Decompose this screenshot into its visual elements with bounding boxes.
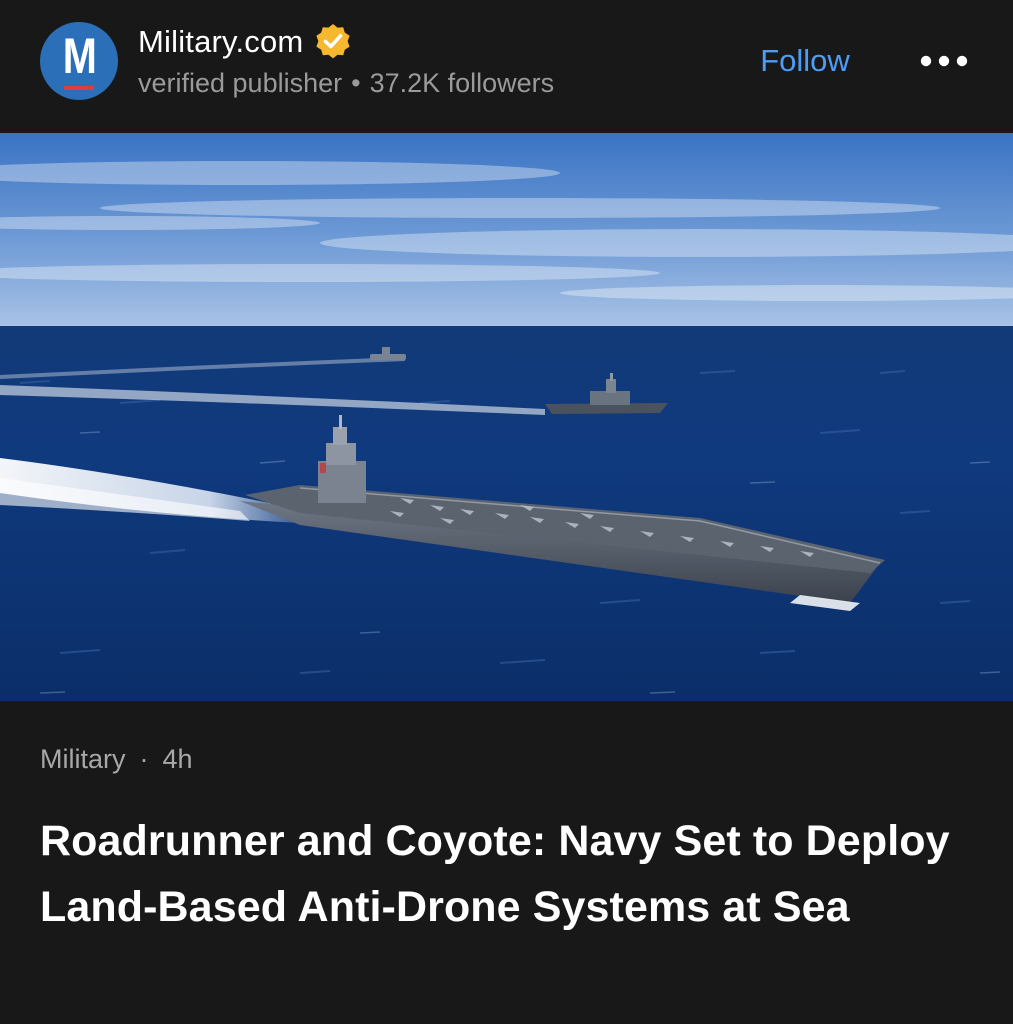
publisher-subtitle: verified publisher	[138, 68, 343, 98]
article-hero-image[interactable]	[0, 133, 1013, 701]
more-horizontal-icon	[916, 55, 972, 81]
publisher-header: M Military.com verified publisher • 37.2K …	[0, 0, 1013, 133]
publisher-name[interactable]: Military.com	[138, 24, 303, 60]
meta-separator: ·	[139, 744, 149, 774]
verified-badge-icon	[313, 22, 353, 62]
article-category[interactable]: Military	[40, 744, 126, 774]
article-age: 4h	[162, 744, 193, 774]
publisher-name-row: Military.com	[138, 22, 353, 62]
follow-button[interactable]: Follow	[740, 38, 870, 84]
follower-count: 37.2K followers	[369, 68, 555, 98]
article-meta: Military · 4h	[40, 744, 193, 775]
publisher-logo-letter: M	[62, 28, 97, 84]
carrier-photo	[0, 133, 1013, 701]
article-headline[interactable]: Roadrunner and Coyote: Navy Set to Deplo…	[40, 808, 980, 940]
news-feed-card: M Military.com verified publisher • 37.2K …	[0, 0, 1013, 1024]
publisher-avatar[interactable]: M	[40, 22, 118, 100]
publisher-meta: verified publisher • 37.2K followers	[138, 68, 554, 99]
more-options-button[interactable]	[916, 44, 972, 78]
logo-underline	[64, 86, 94, 90]
meta-separator: •	[351, 68, 361, 98]
